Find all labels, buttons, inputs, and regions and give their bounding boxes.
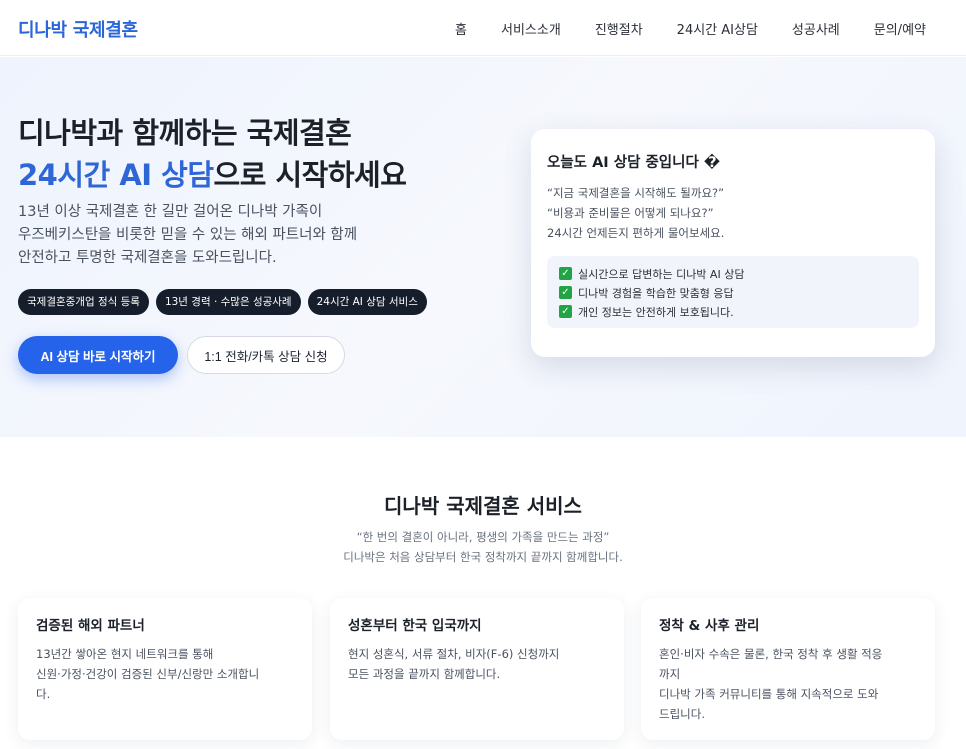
nav-item-ai-consult[interactable]: 24시간 AI상담 (677, 19, 758, 38)
hero-desc-line: 우즈베키스탄을 비롯한 믿을 수 있는 해외 파트너와 함께 (18, 227, 358, 243)
services-subtitle-line2: 디나박은 처음 상담부터 한국 정착까지 끝까지 함께합니다. (343, 550, 623, 564)
service-desc-line: 드립니다. (659, 707, 705, 721)
services-subtitle-line1: “한 번의 결혼이 아니라, 평생의 가족을 만드는 과정” (356, 530, 610, 544)
hero-title-line2: 24시간 AI 상담으로 시작하세요 (18, 154, 407, 196)
checklist-item: ✓ 실시간으로 답변하는 디나박 AI 상담 (559, 264, 907, 283)
service-desc-line: 디나박 가족 커뮤니티를 통해 지속적으로 도와 (659, 687, 879, 701)
service-card-title: 성혼부터 한국 입국까지 (348, 618, 482, 634)
ai-card-question: “비용과 준비물은 어떻게 되나요?” (547, 206, 714, 220)
checklist-label: 개인 정보는 안전하게 보호됩니다. (578, 305, 734, 319)
checklist-item: ✓ 개인 정보는 안전하게 보호됩니다. (559, 302, 907, 321)
service-desc-line: 모든 과정을 끝까지 함께합니다. (348, 667, 501, 681)
hero-description: 13년 이상 국제결혼 한 길만 걸어온 디나박 가족이 우즈베키스탄을 비롯한… (18, 201, 357, 270)
service-card-title: 검증된 해외 파트너 (36, 618, 145, 634)
service-card-partner: 검증된 해외 파트너 13년간 쌓아온 현지 네트워크를 통해 신원·가정·건강… (18, 598, 312, 740)
service-desc-line: 다. (36, 687, 51, 701)
checklist-item: ✓ 디나박 경험을 학습한 맞춤형 응답 (559, 283, 907, 302)
ai-consult-card: 오늘도 AI 상담 중입니다 � “지금 국제결혼을 시작해도 될까요?” “비… (531, 129, 935, 357)
service-card-immigration: 성혼부터 한국 입국까지 현지 성혼식, 서류 절차, 비자(F-6) 신청까지… (330, 598, 624, 740)
badge-ai-service: 24시간 AI 상담 서비스 (307, 289, 427, 315)
checklist-label: 디나박 경험을 학습한 맞춤형 응답 (578, 286, 734, 300)
badge-registered: 국제결혼중개업 정식 등록 (18, 289, 149, 315)
site-logo[interactable]: 디나박 국제결혼 (18, 16, 138, 42)
service-card-desc: 혼인·비자 수속은 물론, 한국 정착 후 생활 적응 까지 디나박 가족 커뮤… (659, 644, 882, 724)
nav-item-success-stories[interactable]: 성공사례 (792, 19, 840, 38)
hero-badges: 국제결혼중개업 정식 등록 13년 경력 · 수많은 성공사례 24시간 AI … (18, 289, 434, 315)
ai-card-checklist: ✓ 실시간으로 답변하는 디나박 AI 상담 ✓ 디나박 경험을 학습한 맞춤형 응… (547, 256, 919, 328)
service-card-title: 정착 & 사후 관리 (659, 618, 760, 634)
hero-title-line1: 디나박과 함께하는 국제결혼 (18, 116, 352, 150)
hero-title-rest: 으로 시작하세요 (213, 158, 407, 192)
ai-card-question: “지금 국제결혼을 시작해도 될까요?” (547, 186, 725, 200)
ai-card-question: 24시간 언제든지 편하게 물어보세요. (547, 226, 725, 240)
service-card-desc: 현지 성혼식, 서류 절차, 비자(F-6) 신청까지 모든 과정을 끝까지 함… (348, 644, 559, 684)
hero-title: 디나박과 함께하는 국제결혼 24시간 AI 상담으로 시작하세요 (18, 112, 407, 196)
service-desc-line: 신원·가정·건강이 검증된 신부/신랑만 소개합니 (36, 667, 260, 681)
nav-item-contact[interactable]: 문의/예약 (874, 19, 926, 38)
start-ai-consult-button[interactable]: AI 상담 바로 시작하기 (18, 336, 178, 374)
service-desc-line: 까지 (659, 667, 681, 681)
service-card-aftercare: 정착 & 사후 관리 혼인·비자 수속은 물론, 한국 정착 후 생활 적응 까… (641, 598, 935, 740)
hero-title-accent: 24시간 AI 상담 (18, 158, 214, 192)
service-card-desc: 13년간 쌓아온 현지 네트워크를 통해 신원·가정·건강이 검증된 신부/신랑… (36, 644, 259, 704)
ai-card-title: 오늘도 AI 상담 중입니다 � (547, 155, 721, 171)
phone-kakao-consult-button[interactable]: 1:1 전화/카톡 상담 신청 (187, 336, 345, 374)
service-desc-line: 13년간 쌓아온 현지 네트워크를 통해 (36, 647, 214, 661)
nav-menu: 홈 서비스소개 진행절차 24시간 AI상담 성공사례 문의/예약 (421, 19, 926, 38)
hero-desc-line: 안전하고 투명한 국제결혼을 도와드립니다. (18, 250, 277, 266)
check-icon: ✓ (559, 286, 572, 299)
ai-card-questions: “지금 국제결혼을 시작해도 될까요?” “비용과 준비물은 어떻게 되나요?”… (547, 183, 724, 243)
checklist-label: 실시간으로 답변하는 디나박 AI 상담 (578, 267, 745, 281)
nav-item-services[interactable]: 서비스소개 (501, 19, 561, 38)
check-icon: ✓ (559, 305, 572, 318)
hero-desc-line: 13년 이상 국제결혼 한 길만 걸어온 디나박 가족이 (18, 204, 323, 220)
nav-item-home[interactable]: 홈 (455, 19, 467, 38)
badge-experience: 13년 경력 · 수많은 성공사례 (155, 289, 301, 315)
check-icon: ✓ (559, 267, 572, 280)
services-subtitle: “한 번의 결혼이 아니라, 평생의 가족을 만드는 과정” 디나박은 처음 상… (0, 527, 966, 567)
top-nav: 디나박 국제결혼 홈 서비스소개 진행절차 24시간 AI상담 성공사례 문의/… (0, 0, 966, 56)
service-desc-line: 혼인·비자 수속은 물론, 한국 정착 후 생활 적응 (659, 647, 883, 661)
services-title: 디나박 국제결혼 서비스 (384, 494, 582, 518)
nav-item-process[interactable]: 진행절차 (595, 19, 643, 38)
service-desc-line: 현지 성혼식, 서류 절차, 비자(F-6) 신청까지 (348, 647, 560, 661)
